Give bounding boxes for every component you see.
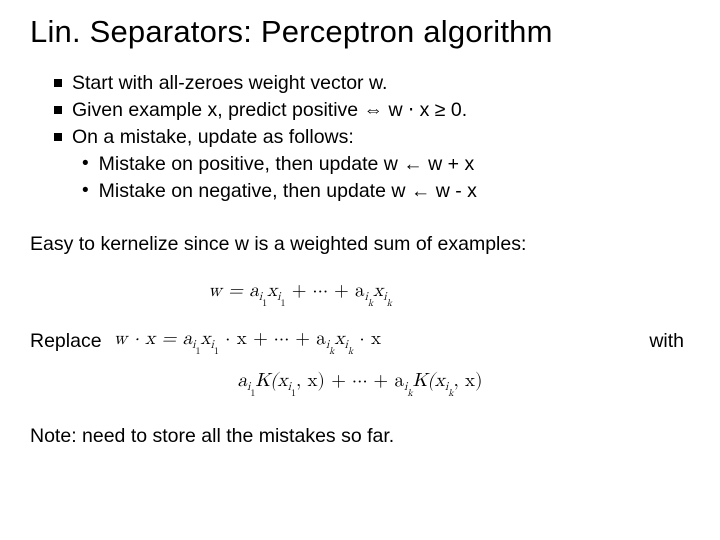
math-text: x [200,329,210,348]
math-text: x [267,281,277,300]
math-text: w = a [208,281,259,300]
sub-bullet-item: • Mistake on negative, then update w ← w… [54,178,690,205]
math-text: a [238,371,248,390]
square-bullet-icon [54,79,62,87]
replace-row: Replace w ⋅ x = ai1xi1 ⋅ x + ⋯ + aikxik … [30,327,690,357]
math-text: w ⋅ x = a [114,329,193,348]
math-text: , x) [453,371,482,390]
equation-dot-product: w ⋅ x = ai1xi1 ⋅ x + ⋯ + aikxik ⋅ x [114,327,382,357]
replace-label: Replace [30,330,102,353]
math-text: x [334,329,344,348]
math-subsub: k [387,298,392,308]
math-text: ⋅ x [353,329,381,348]
bullet-item: On a mistake, update as follows: [54,124,690,151]
math-text: K(x [255,371,287,390]
bullet-text: Mistake on positive, then update w ← w +… [99,151,475,178]
math-text: x [373,281,383,300]
math-text: K(x [413,371,445,390]
square-bullet-icon [54,106,62,114]
bullet-text: On a mistake, update as follows: [72,124,354,151]
bullet-text: Given example x, predict positive ⇔ w ⋅ … [72,97,467,124]
equation-w-sum: w = ai1xi1 + ⋯ + aikxik [30,279,690,309]
bullet-text: Mistake on negative, then update w ← w -… [99,178,477,205]
bullet-text: Start with all-zeroes weight vector w. [72,70,387,97]
kernelize-line: Easy to kernelize since w is a weighted … [30,231,690,257]
note-line: Note: need to store all the mistakes so … [30,423,690,449]
math-text: , x) + ⋯ + a [296,371,404,390]
math-text: ⋅ x + ⋯ + a [219,329,326,348]
math-text: + ⋯ + a [286,281,365,300]
equation-kernel: ai1K(xi1, x) + ⋯ + aikK(xik, x) [30,369,690,399]
slide-title: Lin. Separators: Perceptron algorithm [30,14,690,50]
dot-bullet-icon: • [82,151,89,177]
with-label: with [649,330,690,353]
bullet-list: Start with all-zeroes weight vector w. G… [30,70,690,205]
square-bullet-icon [54,133,62,141]
bullet-item: Given example x, predict positive ⇔ w ⋅ … [54,97,690,124]
bullet-item: Start with all-zeroes weight vector w. [54,70,690,97]
sub-bullet-item: • Mistake on positive, then update w ← w… [54,151,690,178]
dot-bullet-icon: • [82,178,89,204]
